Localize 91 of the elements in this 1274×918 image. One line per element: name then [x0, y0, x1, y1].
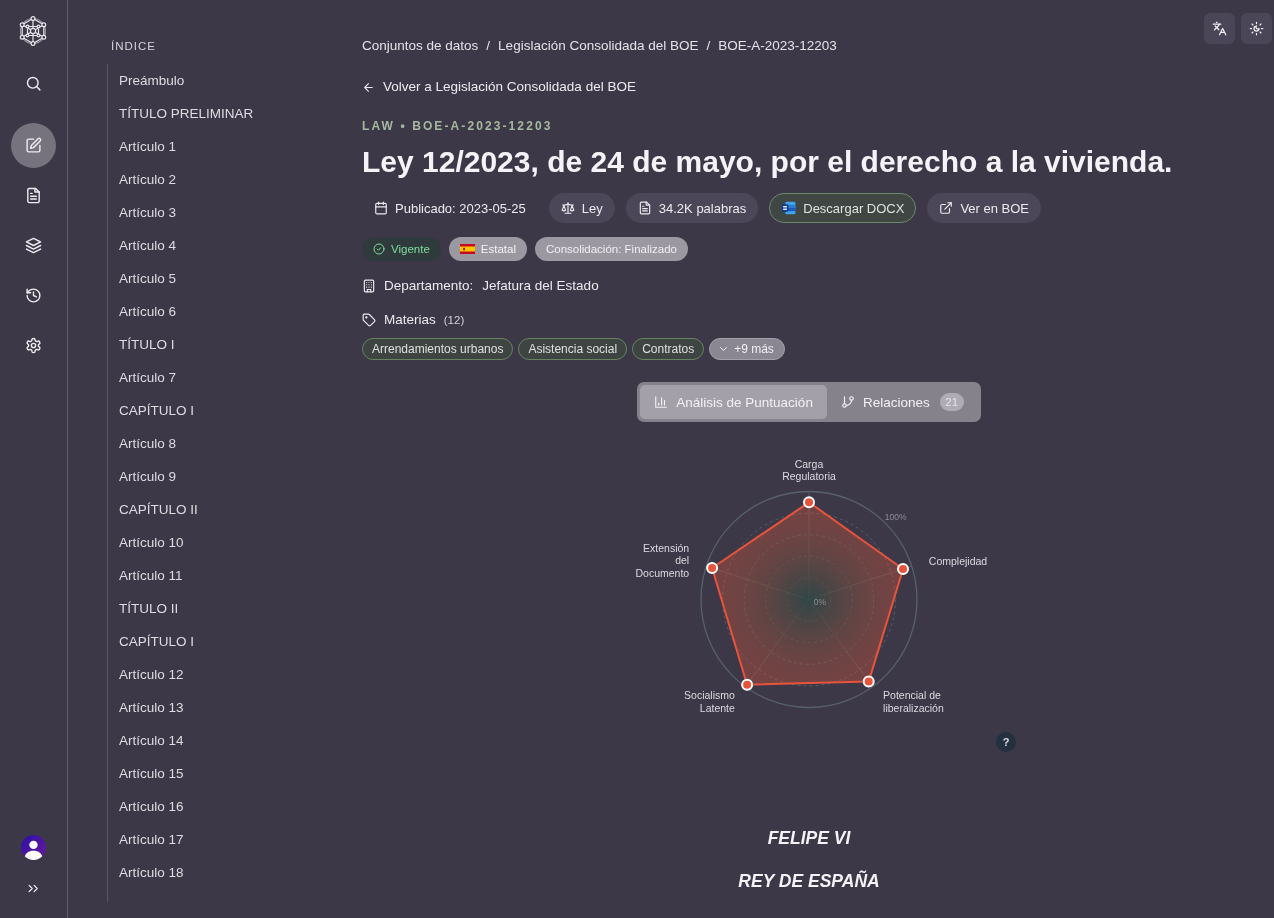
index-item[interactable]: Artículo 1	[119, 137, 177, 156]
theme-button[interactable]	[1241, 13, 1272, 44]
consolidation-badge: Consolidación: Finalizado	[534, 237, 689, 261]
subjects-count: (12)	[443, 313, 465, 328]
page-title: Ley 12/2023, de 24 de mayo, por el derecho a la vivienda.	[362, 144, 1173, 180]
edit-button[interactable]	[11, 123, 56, 168]
index-item[interactable]: Artículo 10	[119, 533, 184, 552]
settings-icon	[25, 337, 42, 354]
word-file-icon	[781, 201, 797, 215]
index-item[interactable]: Artículo 16	[119, 797, 184, 816]
tag-icon	[362, 313, 376, 327]
department-value: Jefatura del Estado	[482, 277, 599, 295]
edit-icon	[25, 137, 42, 154]
index-item[interactable]: Artículo 17	[119, 830, 184, 849]
view-source-link[interactable]: Ver en BOE	[927, 193, 1042, 223]
external-link-icon	[939, 201, 954, 215]
index-item[interactable]: Artículo 4	[119, 236, 177, 255]
index-item[interactable]: TÍTULO II	[119, 599, 179, 618]
sun-moon-icon	[1249, 21, 1264, 36]
breadcrumb-separator: /	[486, 37, 491, 55]
chevron-down-icon	[720, 347, 728, 351]
department-label: Departamento:	[384, 277, 474, 295]
index-item[interactable]: TÍTULO PRELIMINAR	[119, 104, 254, 123]
breadcrumb-current: BOE-A-2023-12203	[718, 37, 837, 55]
signature-text: FELIPE VI	[767, 827, 851, 849]
data-point	[862, 675, 875, 688]
document-icon	[637, 201, 652, 215]
subject-tag: Asistencia social	[518, 338, 628, 360]
search-icon	[25, 74, 42, 92]
index-item[interactable]: Artículo 15	[119, 764, 184, 783]
branch-icon	[840, 395, 855, 409]
index-item[interactable]: Artículo 7	[119, 368, 177, 387]
data-point	[803, 496, 815, 509]
scale-label: 0%	[813, 596, 827, 607]
index-item[interactable]: Artículo 5	[119, 269, 177, 288]
data-point	[897, 563, 909, 575]
index-item[interactable]: Artículo 18	[119, 863, 184, 882]
index-item[interactable]: Artículo 8	[119, 434, 177, 453]
flag-icon	[459, 244, 475, 254]
index-item[interactable]: Artículo 3	[119, 203, 177, 222]
index-item[interactable]: Artículo 12	[119, 665, 184, 684]
index-item[interactable]: Artículo 13	[119, 698, 184, 717]
arrow-left-icon	[362, 80, 375, 94]
building-icon	[362, 279, 376, 293]
subject-tag: Contratos	[632, 338, 705, 360]
bar-chart-icon	[654, 395, 669, 409]
index-title: ÍNDICE	[111, 39, 156, 54]
index-item[interactable]: Preámbulo	[119, 71, 185, 90]
back-link[interactable]: Volver a Legislación Consolidada del BOE	[362, 77, 636, 97]
scale-label: 100%	[884, 512, 907, 523]
count-badge: 21	[939, 393, 964, 411]
document-type-label: LAW • BOE-A-2023-12203	[362, 118, 553, 134]
network-icon	[17, 15, 49, 47]
publish-date: Publicado: 2023-05-25	[395, 200, 526, 216]
history-icon	[25, 287, 42, 304]
index-item[interactable]: CAPÍTULO I	[119, 632, 194, 651]
avatar-icon[interactable]	[21, 835, 46, 860]
index-item[interactable]: Artículo 14	[119, 731, 184, 750]
type-label: Ley	[581, 200, 603, 216]
download-button[interactable]: Descargar DOCX	[769, 193, 917, 223]
index-item[interactable]: Artículo 6	[119, 302, 177, 321]
data-point	[741, 678, 754, 691]
signature-text: REY DE ESPAÑA	[738, 870, 880, 892]
index-item[interactable]: TÍTULO I	[119, 335, 175, 354]
index-item[interactable]: Artículo 2	[119, 170, 177, 189]
calendar-icon	[374, 201, 388, 215]
word-count: 34.2K palabras	[658, 200, 747, 216]
status-label: Vigente	[391, 243, 430, 255]
index-item[interactable]: Artículo 11	[119, 566, 183, 585]
help-button[interactable]: ?	[996, 732, 1016, 752]
index-item[interactable]: Artículo 9	[119, 467, 177, 486]
translate-button[interactable]	[1204, 13, 1235, 44]
translate-icon	[1212, 21, 1227, 36]
layers-icon	[25, 237, 42, 254]
axis-label: Socialismo Latente	[684, 688, 735, 714]
scale-icon	[560, 201, 575, 215]
breadcrumb-link[interactable]: Conjuntos de datos	[362, 36, 479, 56]
subject-tag: Arrendamientos urbanos	[362, 338, 514, 360]
axis-label: Extensión del Documento	[635, 541, 690, 580]
breadcrumb-separator: /	[706, 37, 711, 55]
axis-label: Potencial de liberalización	[883, 688, 945, 714]
axis-label: Carga Regulatoria	[782, 457, 836, 482]
data-point	[706, 562, 719, 574]
breadcrumb-link[interactable]: Legislación Consolidada del BOE	[498, 36, 699, 56]
document-icon	[25, 187, 42, 204]
scope-label: Estatal	[480, 243, 516, 255]
subjects-label: Materias	[384, 311, 436, 329]
check-circle-icon	[373, 243, 385, 255]
index-item[interactable]: CAPÍTULO II	[119, 500, 198, 519]
axis-label: Complejidad	[928, 554, 988, 567]
index-item[interactable]: CAPÍTULO I	[119, 401, 194, 420]
